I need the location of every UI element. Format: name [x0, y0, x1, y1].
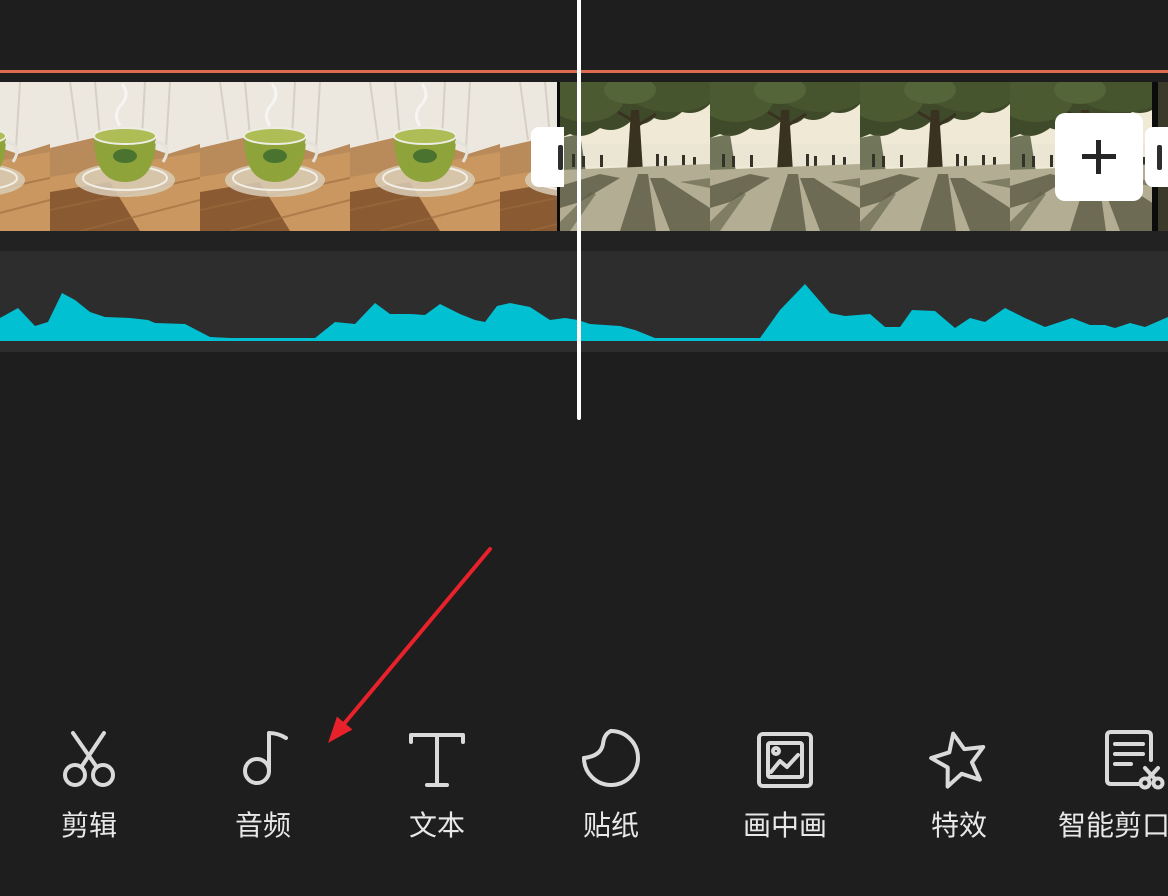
- toolbar-item-smart-cut[interactable]: 智能剪口: [1046, 728, 1168, 848]
- toolbar-item-label: 画中画: [742, 809, 827, 842]
- music-note-icon: [243, 731, 288, 785]
- video-track-thumbnails: [0, 82, 1168, 231]
- toolbar-item-picture-in-picture[interactable]: 画中画: [698, 728, 872, 848]
- timeline-marker-line: [0, 70, 1168, 73]
- toolbar-item-label: 智能剪口: [1058, 809, 1168, 842]
- toolbar-item-label: 音频: [234, 809, 291, 842]
- video-frame-thumbnail: [710, 82, 860, 231]
- trim-handle-icon: [558, 145, 563, 170]
- scissors-icon: [63, 731, 115, 787]
- toolbar-item-label: 贴纸: [582, 809, 639, 842]
- toolbar-item-label: 文本: [408, 809, 465, 842]
- playhead[interactable]: [577, 0, 581, 420]
- annotation-arrow: [328, 547, 492, 743]
- add-clip-button[interactable]: [1055, 113, 1143, 201]
- video-frame-thumbnail: [560, 82, 710, 231]
- toolbar-item-sticker[interactable]: 贴纸: [524, 728, 698, 848]
- clip-trim-handle-right[interactable]: [1145, 127, 1168, 187]
- clip-trim-handle-left[interactable]: [531, 127, 564, 187]
- plus-icon-vertical: [1096, 140, 1101, 174]
- toolbar-item-label: 特效: [930, 809, 987, 842]
- toolbar-item-effects[interactable]: 特效: [872, 728, 1046, 848]
- track-divider: [0, 231, 1168, 251]
- video-frame-thumbnail: [50, 82, 200, 231]
- video-track[interactable]: [0, 82, 1168, 231]
- audio-waveform: [0, 284, 1168, 341]
- toolbar-item-label: 剪辑: [60, 809, 117, 842]
- video-frame-thumbnail: [200, 82, 350, 231]
- audio-track[interactable]: [0, 251, 1168, 352]
- video-frame-thumbnail: [350, 82, 500, 231]
- picture-in-picture-icon: [757, 732, 813, 788]
- toolbar-item-edit[interactable]: 剪辑: [2, 728, 176, 848]
- sticker-icon: [582, 729, 640, 787]
- video-frame-thumbnail: [860, 82, 1010, 231]
- video-frame-thumbnail: [0, 82, 50, 231]
- smart-cut-icon: [1105, 730, 1165, 790]
- trim-handle-icon: [1157, 145, 1162, 170]
- effects-star-icon: [929, 731, 986, 789]
